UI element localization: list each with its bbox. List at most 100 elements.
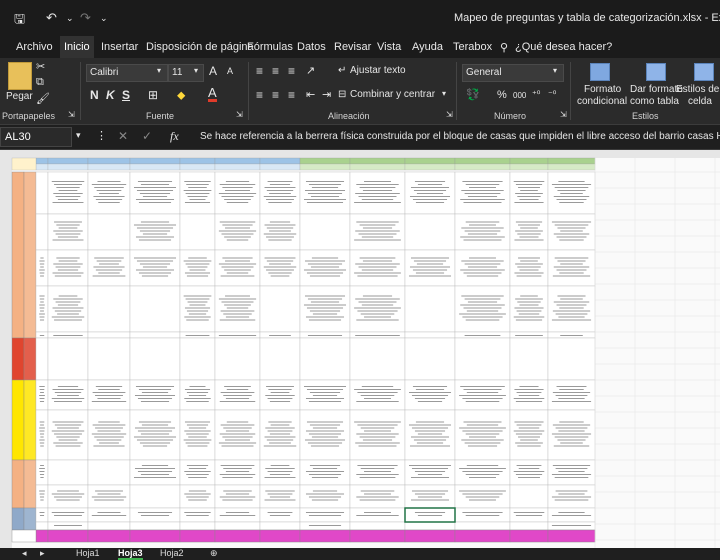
tab-revisar[interactable]: Revisar <box>334 41 371 53</box>
copy-icon[interactable]: ⧉ <box>36 76 44 89</box>
number-launcher-icon[interactable]: ⇲ <box>560 110 567 119</box>
align-top-icon[interactable]: ≡ <box>256 64 263 78</box>
font-color-button[interactable]: A <box>208 86 217 102</box>
percent-button[interactable]: % <box>497 89 507 101</box>
sheet-tab-hoja3[interactable]: Hoja3 <box>118 548 143 560</box>
undo-dropdown-icon[interactable]: ⌄ <box>66 13 74 24</box>
cell-text-line <box>134 468 176 469</box>
sheet-tab-hoja2[interactable]: Hoja2 <box>160 548 184 558</box>
cell-text-line <box>410 257 450 259</box>
shrink-font-button[interactable]: A <box>227 66 233 76</box>
cell-text-line <box>269 221 291 223</box>
save-icon[interactable]: 🖫 <box>14 10 25 32</box>
customize-quick-access-icon[interactable]: ⌄ <box>100 13 108 24</box>
outdent-icon[interactable]: ⇥ <box>322 88 331 101</box>
format-as-table-button-line2[interactable]: como tabla <box>630 96 679 107</box>
name-box[interactable]: AL30 <box>0 127 72 147</box>
cell-text-line <box>364 430 391 432</box>
sheet-canvas[interactable] <box>0 150 720 548</box>
redo-icon[interactable]: ↷ <box>80 10 91 26</box>
cell-text-line <box>556 236 587 238</box>
insert-function-icon[interactable]: fx <box>170 129 179 144</box>
conditional-format-button-line2[interactable]: condicional <box>577 96 627 107</box>
cell-text-line <box>98 202 120 203</box>
italic-button[interactable]: K <box>106 88 115 102</box>
fill-color-icon[interactable]: ⬥ <box>177 88 185 103</box>
lightbulb-icon[interactable]: ⚲ <box>500 41 508 54</box>
format-as-table-icon[interactable] <box>646 63 666 81</box>
tell-me-search[interactable]: ¿Qué desea hacer? <box>515 41 612 53</box>
tab-terabox[interactable]: Terabox <box>453 41 492 53</box>
font-name-select[interactable]: Calibri ▾ <box>86 64 168 82</box>
decrease-decimal-icon[interactable]: ⁻⁰ <box>548 89 556 100</box>
align-bottom-icon[interactable]: ≡ <box>288 64 295 78</box>
merge-center-button[interactable]: Combinar y centrar <box>350 89 435 100</box>
tab-disposicion[interactable]: Disposición de página <box>146 41 254 53</box>
cell-styles-button-line2[interactable]: celda <box>688 96 712 107</box>
cell-text-line <box>408 424 452 426</box>
currency-icon[interactable]: 💱 <box>466 88 480 101</box>
grow-font-button[interactable]: A <box>209 64 217 78</box>
wrap-text-button[interactable]: Ajustar texto <box>350 65 406 76</box>
tab-inicio[interactable]: Inicio <box>60 36 94 58</box>
tab-insertar[interactable]: Insertar <box>101 41 138 53</box>
cell-text-line <box>467 266 498 268</box>
increase-decimal-icon[interactable]: ⁺⁰ <box>532 89 540 100</box>
conditional-format-button[interactable]: Formato <box>584 84 621 95</box>
underline-button[interactable]: S <box>122 88 130 102</box>
cell-styles-button[interactable]: Estilos de <box>676 84 719 95</box>
conditional-format-icon[interactable] <box>590 63 610 81</box>
subcategory-band-cell <box>23 171 37 339</box>
tab-ayuda[interactable]: Ayuda <box>412 41 443 53</box>
align-middle-icon[interactable]: ≡ <box>272 64 279 78</box>
next-sheet-icon[interactable]: ▸ <box>40 548 45 559</box>
add-sheet-button[interactable]: ⊕ <box>210 548 218 559</box>
format-as-table-button[interactable]: Dar formato <box>630 84 683 95</box>
paste-icon[interactable] <box>8 62 32 90</box>
data-cell <box>547 409 596 461</box>
cell-text-line <box>519 199 539 200</box>
indent-icon[interactable]: ⇤ <box>306 88 315 101</box>
cell-text-line <box>268 389 292 390</box>
formula-input[interactable]: Se hace referencia a la berrera física c… <box>200 131 720 142</box>
align-center-icon[interactable]: ≡ <box>272 88 279 102</box>
tab-vista[interactable]: Vista <box>377 41 401 53</box>
enter-icon[interactable]: ✓ <box>142 129 152 143</box>
clipboard-launcher-icon[interactable]: ⇲ <box>68 110 75 119</box>
tab-archivo[interactable]: Archivo <box>16 41 53 53</box>
alignment-launcher-icon[interactable]: ⇲ <box>446 110 453 119</box>
cell-text-line <box>56 187 80 188</box>
data-cell <box>129 521 181 531</box>
name-box-dropdown-icon[interactable]: ▾ <box>76 130 81 141</box>
align-right-icon[interactable]: ≡ <box>288 88 295 102</box>
orientation-icon[interactable]: ↗ <box>306 64 315 77</box>
undo-icon[interactable]: ↶ <box>46 10 57 26</box>
cut-icon[interactable]: ✂ <box>36 60 45 73</box>
paste-button[interactable]: Pegar <box>6 91 33 102</box>
cell-text-line <box>308 515 342 516</box>
tab-formulas[interactable]: Fórmulas <box>247 41 293 53</box>
chevron-down-icon[interactable]: ▾ <box>442 89 446 98</box>
font-launcher-icon[interactable]: ⇲ <box>236 110 243 119</box>
cancel-icon[interactable]: ✕ <box>118 129 128 143</box>
align-left-icon[interactable]: ≡ <box>256 88 263 102</box>
borders-icon[interactable]: ⊞ <box>148 88 158 102</box>
header-cell <box>454 163 511 171</box>
cell-text-line <box>133 257 177 259</box>
sheet-tab-hoja1[interactable]: Hoja1 <box>76 548 100 558</box>
more-options-icon[interactable]: ⋮ <box>96 129 107 142</box>
prev-sheet-icon[interactable]: ◂ <box>22 548 27 559</box>
format-painter-icon[interactable]: 🖌 <box>36 92 50 105</box>
spreadsheet-grid[interactable] <box>0 150 720 548</box>
number-format-select[interactable]: General ▾ <box>462 64 564 82</box>
bold-button[interactable]: N <box>90 88 99 102</box>
font-size-select[interactable]: 11 ▾ <box>168 64 204 82</box>
thousands-button[interactable]: 000 <box>513 91 526 100</box>
cell-text-line <box>263 233 297 235</box>
tab-datos[interactable]: Datos <box>297 41 326 53</box>
cell-text-line <box>40 257 44 259</box>
cell-text-line <box>469 224 496 226</box>
header-group-cell <box>349 157 406 165</box>
cell-styles-icon[interactable] <box>694 63 714 81</box>
cell-text-line <box>54 424 82 426</box>
